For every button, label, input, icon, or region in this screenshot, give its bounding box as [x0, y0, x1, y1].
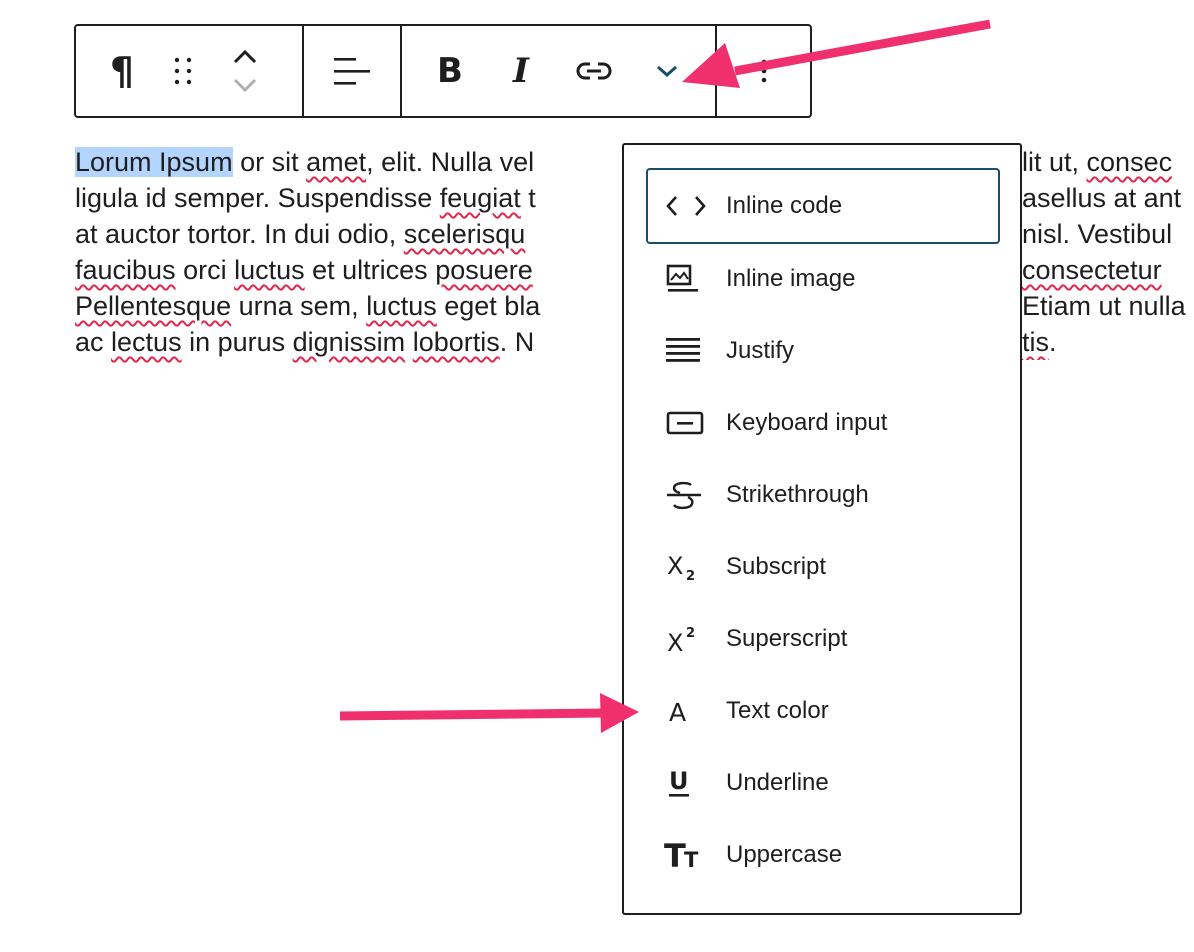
strikethrough-icon — [667, 481, 701, 510]
drag-handle-icon — [174, 57, 192, 85]
align-left-icon — [334, 58, 370, 85]
move-down-icon[interactable] — [231, 76, 259, 96]
svg-text:A: A — [669, 698, 686, 726]
block-toolbar: ¶ B I — [74, 24, 812, 118]
menu-item-keyboard-input[interactable]: Keyboard input — [648, 387, 1000, 459]
underline-icon: U — [669, 767, 689, 797]
menu-item-inline-code[interactable]: Inline code — [646, 168, 1000, 244]
link-icon — [576, 62, 612, 80]
more-vertical-icon — [761, 59, 766, 83]
options-button[interactable] — [734, 26, 794, 116]
chevron-down-icon — [657, 65, 677, 78]
svg-text:2: 2 — [686, 626, 695, 641]
bold-button[interactable]: B — [402, 26, 498, 116]
bold-icon: B — [437, 51, 463, 91]
image-icon — [666, 264, 698, 292]
superscript-icon: X2 — [667, 626, 695, 655]
justify-icon — [666, 338, 700, 362]
options-group — [717, 26, 810, 116]
selected-text: Lorum Ipsum — [75, 147, 233, 177]
menu-item-subscript[interactable]: X2 Subscript — [648, 531, 1000, 603]
uppercase-icon: TT — [664, 839, 699, 871]
block-mover — [198, 26, 292, 116]
svg-text:T: T — [664, 839, 686, 871]
menu-item-underline[interactable]: U Underline — [648, 747, 1000, 819]
menu-item-strikethrough[interactable]: Strikethrough — [648, 459, 1000, 531]
menu-item-uppercase[interactable]: TT Uppercase — [648, 819, 1000, 891]
keyboard-icon — [666, 411, 704, 435]
format-dropdown-menu: Inline code Inline image Justify Keyboar… — [622, 143, 1022, 915]
align-button[interactable] — [334, 26, 370, 116]
italic-icon: I — [513, 51, 529, 91]
paragraph-right-fragment: lit ut, consec asellus at ant nisl. Vest… — [1022, 147, 1186, 357]
menu-item-justify[interactable]: Justify — [648, 315, 1000, 387]
menu-item-superscript[interactable]: X2 Superscript — [648, 603, 1000, 675]
link-button[interactable] — [544, 26, 644, 116]
menu-item-text-color[interactable]: A Text color — [648, 675, 1000, 747]
paragraph-block-button[interactable]: ¶ — [76, 26, 168, 116]
paragraph-icon: ¶ — [109, 49, 135, 93]
italic-button[interactable]: I — [498, 26, 544, 116]
svg-text:X: X — [667, 552, 683, 580]
menu-item-inline-image[interactable]: Inline image — [648, 243, 1000, 315]
formatting-group: B I — [402, 26, 717, 116]
svg-text:X: X — [667, 629, 683, 655]
svg-text:U: U — [669, 767, 689, 795]
block-controls-group: ¶ — [76, 26, 304, 116]
subscript-icon: X2 — [667, 552, 695, 582]
svg-text:2: 2 — [686, 569, 695, 582]
alignment-group — [304, 26, 402, 116]
move-up-icon[interactable] — [231, 46, 259, 66]
drag-handle[interactable] — [168, 26, 198, 116]
annotation-arrow-bottom — [339, 693, 639, 733]
text-color-icon: A — [669, 698, 686, 726]
svg-text:T: T — [684, 848, 699, 871]
code-icon — [666, 196, 706, 216]
more-formats-button[interactable] — [644, 26, 690, 116]
